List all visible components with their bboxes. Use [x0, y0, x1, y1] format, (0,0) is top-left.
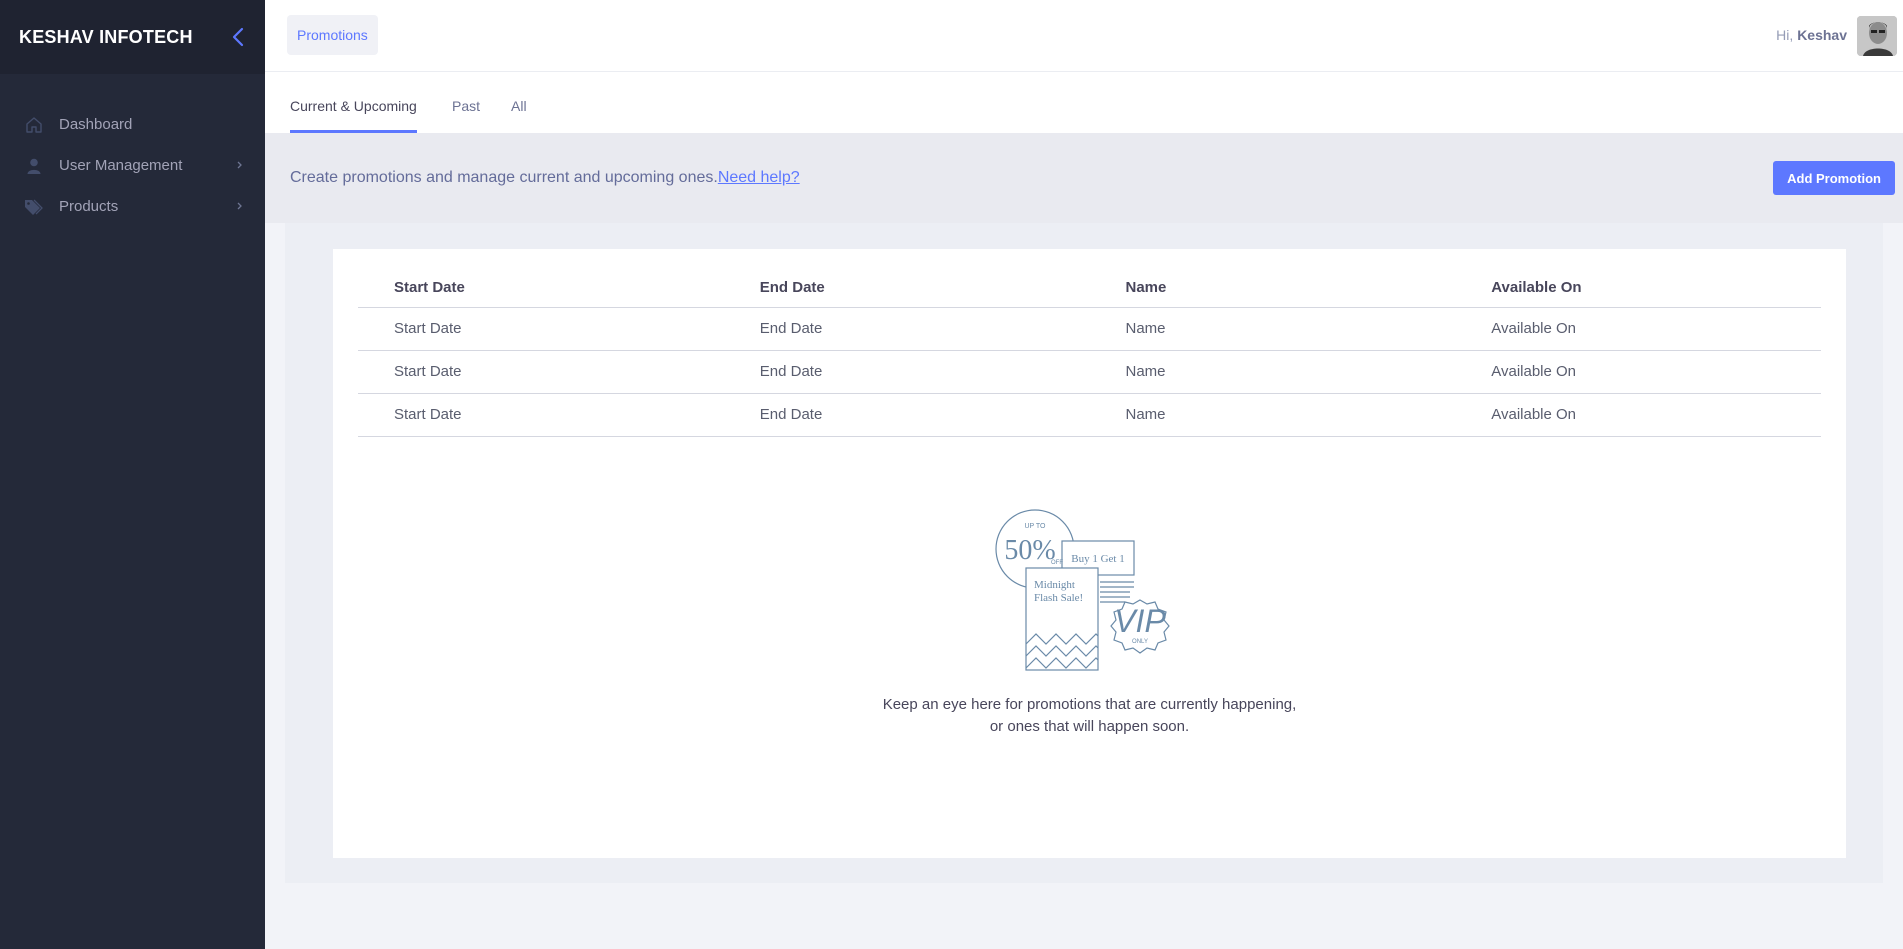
need-help-link[interactable]: Need help?: [718, 169, 800, 186]
subheader: Create promotions and manage current and…: [265, 133, 1903, 223]
cell-name: Name: [1089, 393, 1456, 437]
tags-icon: [24, 197, 44, 217]
cell-end-date: End Date: [723, 350, 1090, 394]
sidebar-item-label: Dashboard: [59, 116, 133, 133]
promotions-table: Start Date End Date Name Available On St…: [358, 269, 1821, 437]
subheader-description: Create promotions and manage current and…: [290, 169, 800, 187]
cell-available-on: Available On: [1455, 393, 1821, 437]
tab-all[interactable]: All: [511, 98, 527, 133]
column-header-available-on: Available On: [1455, 269, 1821, 308]
description-text: Create promotions and manage current and…: [290, 169, 718, 186]
sidebar: KESHAV INFOTECH Dashboard User Managemen…: [0, 0, 265, 949]
empty-state-line-1: Keep an eye here for promotions that are…: [882, 696, 1297, 713]
empty-state: UP TO 50% OFF Buy 1 Get 1 Midnight Flash…: [333, 504, 1846, 738]
illustration-text-off: OFF: [1051, 560, 1063, 566]
content-area: Start Date End Date Name Available On St…: [285, 223, 1883, 883]
sidebar-item-products[interactable]: Products: [0, 186, 265, 227]
illustration-text-flash: Flash Sale!: [1034, 592, 1083, 604]
chevron-right-icon: [235, 158, 245, 172]
column-header-start-date: Start Date: [358, 269, 724, 308]
brand-bar: KESHAV INFOTECH: [0, 0, 265, 74]
cell-start-date: Start Date: [358, 307, 724, 351]
collapse-sidebar-icon[interactable]: [229, 26, 249, 48]
user-icon: [24, 156, 44, 176]
column-header-end-date: End Date: [723, 269, 1090, 308]
sidebar-menu: Dashboard User Management Products: [0, 74, 265, 227]
add-promotion-button[interactable]: Add Promotion: [1773, 161, 1895, 195]
user-name: Keshav: [1797, 27, 1847, 43]
illustration-text-up-to: UP TO: [1024, 523, 1046, 530]
cell-start-date: Start Date: [358, 350, 724, 394]
illustration-text-buy: Buy 1 Get 1: [1071, 553, 1124, 565]
illustration-text-vip: VIP: [1114, 603, 1166, 639]
chevron-right-icon: [235, 199, 245, 213]
greeting-text: Hi,: [1776, 27, 1794, 43]
cell-end-date: End Date: [723, 307, 1090, 351]
sidebar-item-label: User Management: [59, 157, 183, 174]
breadcrumb-promotions[interactable]: Promotions: [287, 15, 378, 55]
empty-state-line-2: or ones that will happen soon.: [989, 718, 1190, 735]
cell-start-date: Start Date: [358, 393, 724, 437]
sidebar-item-dashboard[interactable]: Dashboard: [0, 104, 265, 145]
cell-name: Name: [1089, 350, 1456, 394]
sidebar-item-user-management[interactable]: User Management: [0, 145, 265, 186]
cell-available-on: Available On: [1455, 307, 1821, 351]
sidebar-item-label: Products: [59, 198, 119, 215]
promotion-tabs: Current & Upcoming Past All: [265, 72, 1903, 133]
home-icon: [24, 115, 44, 135]
table-header-row: Start Date End Date Name Available On: [358, 269, 1821, 308]
promotions-illustration: UP TO 50% OFF Buy 1 Get 1 Midnight Flash…: [994, 509, 1170, 671]
empty-state-message: Keep an eye here for promotions that are…: [333, 694, 1846, 738]
top-header: Promotions Hi, Keshav: [265, 0, 1903, 72]
cell-name: Name: [1089, 307, 1456, 351]
tab-past[interactable]: Past: [452, 98, 480, 133]
table-row[interactable]: Start Date End Date Name Available On: [358, 350, 1821, 394]
illustration-text-midnight: Midnight: [1034, 579, 1075, 591]
table-row[interactable]: Start Date End Date Name Available On: [358, 307, 1821, 351]
avatar[interactable]: [1857, 16, 1897, 56]
promotions-card: Start Date End Date Name Available On St…: [333, 249, 1846, 858]
table-row[interactable]: Start Date End Date Name Available On: [358, 393, 1821, 437]
column-header-name: Name: [1089, 269, 1456, 308]
illustration-text-only: ONLY: [1132, 639, 1148, 645]
cell-available-on: Available On: [1455, 350, 1821, 394]
tab-current-upcoming[interactable]: Current & Upcoming: [290, 98, 417, 133]
illustration-text-percent: 50%: [1004, 535, 1055, 566]
cell-end-date: End Date: [723, 393, 1090, 437]
brand-name: KESHAV INFOTECH: [19, 26, 193, 47]
user-greeting: Hi, Keshav: [1776, 27, 1847, 43]
